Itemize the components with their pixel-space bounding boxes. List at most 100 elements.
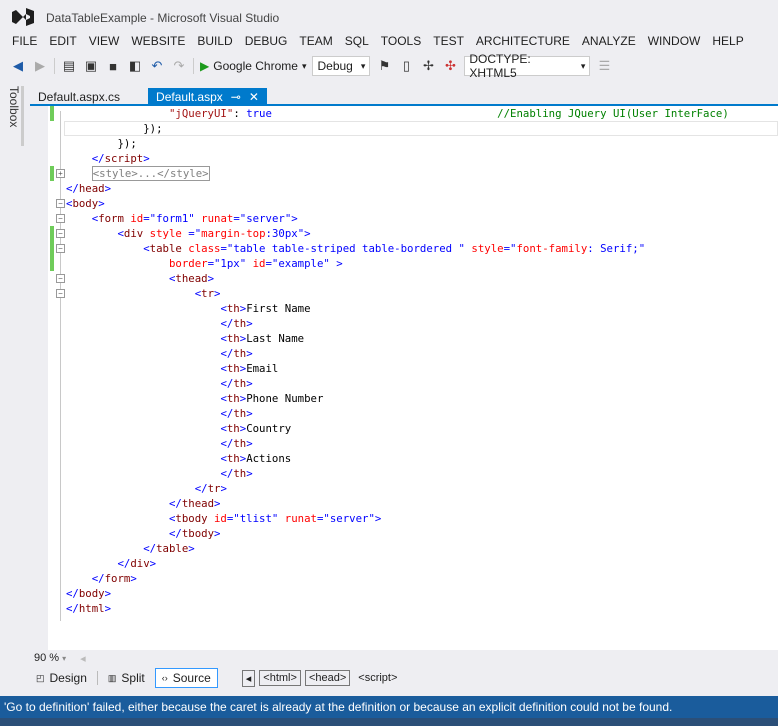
new-project-icon[interactable]: ▤ [61,58,77,74]
menu-website[interactable]: WEBSITE [125,34,191,52]
source-code[interactable]: "jQueryUI": true //Enabling JQuery UI(Us… [66,106,729,616]
breadcrumb-head[interactable]: <head> [304,670,351,686]
code-line: </body> [66,586,729,601]
code-token: > [246,377,253,390]
code-token: </ [91,572,105,585]
code-token: head [78,182,105,195]
code-token: style [471,242,504,255]
add-breakpoint-icon[interactable]: ✢ [420,58,436,74]
code-token: > [149,557,157,570]
breadcrumb-script[interactable]: <script> [354,670,401,686]
code-line: </th> [66,436,729,451]
code-token: </ [220,347,234,360]
breadcrumb-html[interactable]: <html> [259,670,301,686]
open-file-icon[interactable]: ▣ [83,58,99,74]
code-token: </ [220,377,234,390]
browser-link-icon[interactable]: ⚑ [376,58,392,74]
code-line: </thead> [66,496,729,511]
redo-icon[interactable]: ↷ [171,58,187,74]
code-line: "jQueryUI": true //Enabling JQuery UI(Us… [66,106,729,121]
code-line: </form> [66,571,729,586]
code-token: thead [181,497,215,510]
save-icon[interactable]: ■ [105,58,121,74]
code-token: ="table table-striped table-bordered " [220,242,472,255]
forward-icon[interactable]: ▶ [32,58,48,74]
menu-debug[interactable]: DEBUG [239,34,294,52]
tab-default-aspx[interactable]: Default.aspx ⊸ ✕ [148,88,267,105]
source-view-button[interactable]: ‹› Source [154,668,218,688]
menu-analyze[interactable]: ANALYZE [576,34,642,52]
code-line: <th>Actions [66,451,729,466]
zoom-dropdown[interactable]: 90 % ▾ [34,652,66,664]
collapse-icon[interactable]: − [56,199,65,208]
menu-sql[interactable]: SQL [339,34,375,52]
code-token: ="example" > [265,257,343,270]
code-token: =" [503,242,517,255]
menu-build[interactable]: BUILD [191,34,238,52]
close-icon[interactable]: ✕ [249,90,259,104]
menu-file[interactable]: FILE [0,34,43,52]
visual-studio-logo-icon [12,8,34,26]
collapsed-region[interactable]: <style>...</style> [91,166,210,181]
code-line: <th>Last Name [66,331,729,346]
configuration-dropdown[interactable]: Debug ▾ [312,56,371,76]
code-token: > [246,467,253,480]
source-label: Source [172,671,211,685]
code-token: > [220,482,227,495]
menu-test[interactable]: TEST [427,34,470,52]
code-line: </th> [66,406,729,421]
save-all-icon[interactable]: ◧ [127,58,143,74]
code-line: </head> [66,181,729,196]
back-icon[interactable]: ◀ [10,58,26,74]
run-browser-button[interactable]: ▶ Google Chrome ▾ [200,59,306,73]
split-view-button[interactable]: ▥ Split [102,669,151,687]
undo-icon[interactable]: ↶ [149,58,165,74]
change-marker [50,166,54,181]
code-token: th [233,347,247,360]
code-token: </ [66,182,79,195]
code-token: First Name [246,302,311,315]
tab-default-aspx-cs[interactable]: Default.aspx.cs [30,88,128,105]
collapse-icon[interactable]: − [56,289,65,298]
menu-view[interactable]: VIEW [83,34,126,52]
code-line: <th>Country [66,421,729,436]
collapse-icon[interactable]: − [56,229,65,238]
collapse-icon[interactable]: − [56,274,65,283]
code-line: border="1px" id="example" > [66,256,729,271]
change-marker [50,226,54,241]
chevron-down-icon: ▾ [301,60,307,71]
code-line: </tbody> [66,526,729,541]
code-line: <th>First Name [66,301,729,316]
code-token: > [207,272,215,285]
remove-breakpoint-icon[interactable]: ✣ [442,58,458,74]
code-token: =" [188,227,202,240]
design-view-button[interactable]: ◰ Design [30,669,93,687]
code-token: </ [66,587,79,600]
code-token: Country [246,422,292,435]
code-line: </html> [66,601,729,616]
code-token: true [246,107,272,120]
expand-icon[interactable]: + [56,169,65,178]
menu-help[interactable]: HELP [706,34,749,52]
menu-tools[interactable]: TOOLS [375,34,427,52]
collapse-icon[interactable]: − [56,244,65,253]
code-token: body [72,197,99,210]
status-bar: 'Go to definition' failed, either becaus… [0,696,778,718]
code-token: > [246,407,253,420]
document-icon[interactable]: ▯ [398,58,414,74]
doctype-dropdown[interactable]: DOCTYPE: XHTML5 ▾ [464,52,591,80]
format-icon[interactable]: ☰ [596,58,612,74]
breadcrumb-scroll-left[interactable]: ◂ [241,669,256,687]
code-token: > [188,542,195,555]
code-token: > [130,572,137,585]
menu-edit[interactable]: EDIT [43,34,82,52]
code-token: > [98,197,105,210]
menu-architecture[interactable]: ARCHITECTURE [470,34,576,52]
menu-window[interactable]: WINDOW [642,34,707,52]
code-token: </ [220,467,234,480]
collapse-icon[interactable]: − [56,214,65,223]
menu-team[interactable]: TEAM [293,34,338,52]
toolbox-panel-tab[interactable]: Toolbox [4,86,24,146]
pin-icon[interactable]: ⊸ [231,90,241,104]
scroll-left-icon[interactable]: ◂ [80,652,86,665]
